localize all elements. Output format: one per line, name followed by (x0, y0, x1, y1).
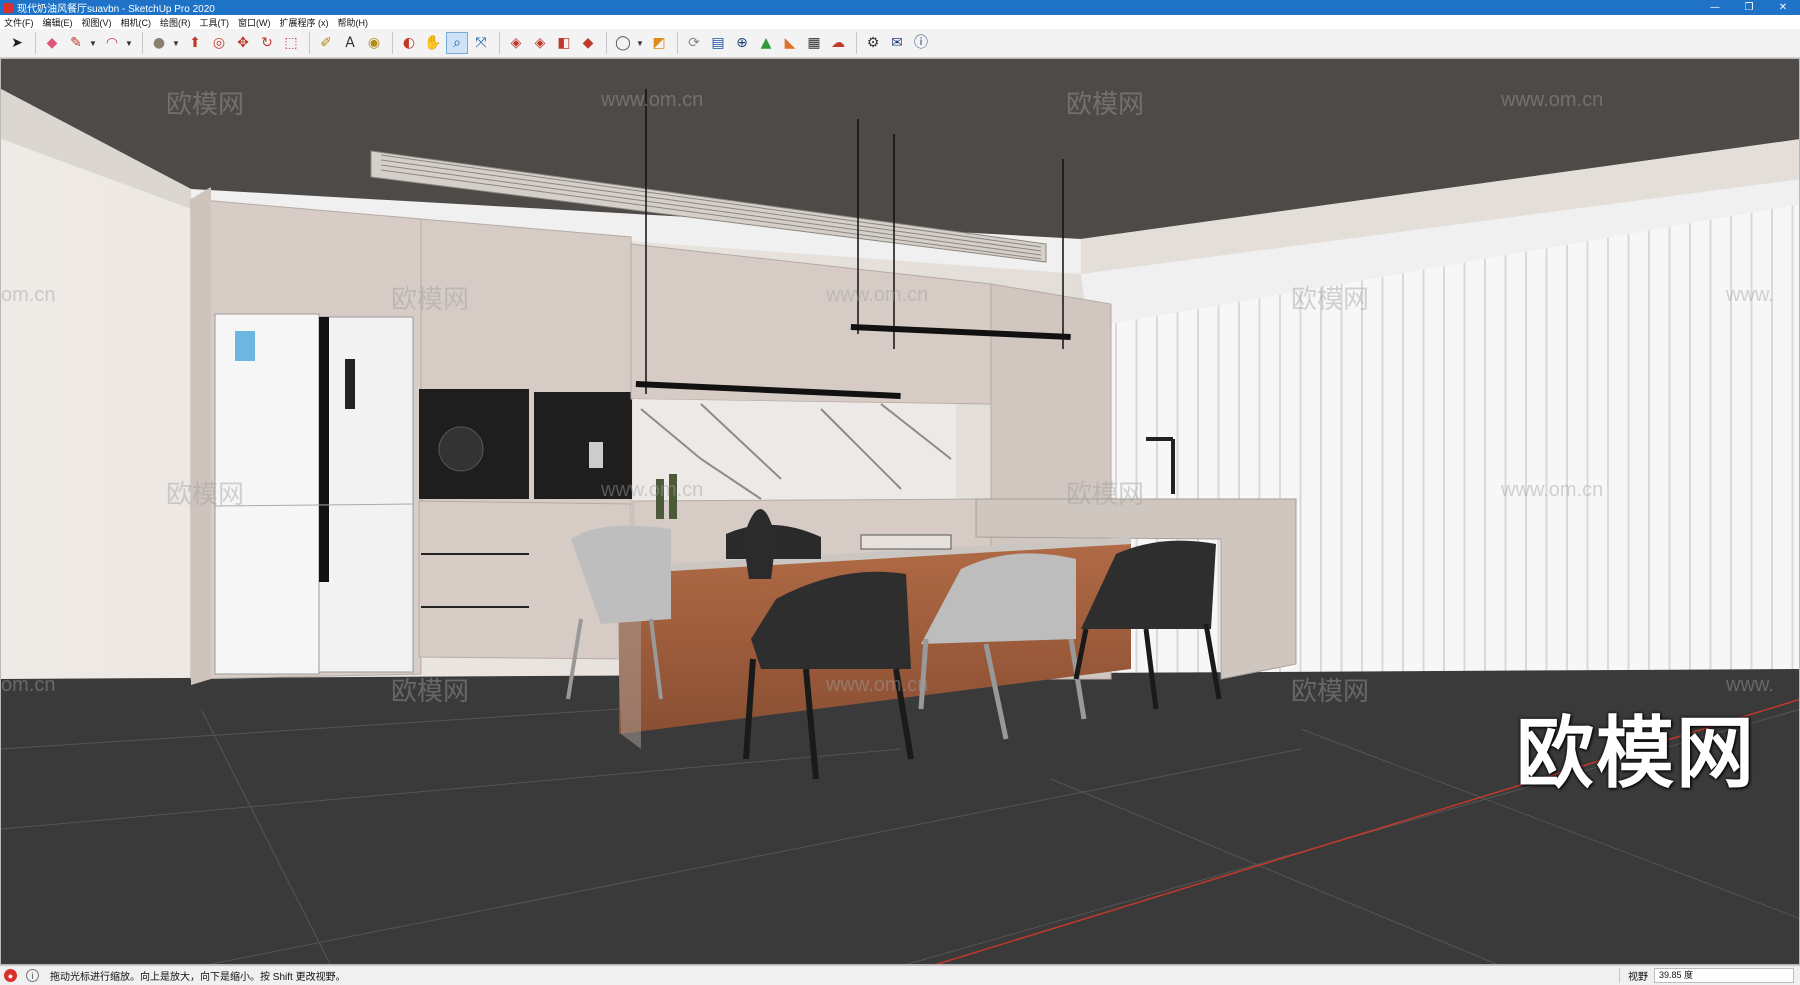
rotate-tool-icon[interactable]: ↻ (256, 32, 278, 54)
scene-render (1, 59, 1799, 964)
toolbar-separator (35, 32, 36, 54)
refrigerator-left-door (214, 313, 320, 675)
stacked-books (860, 534, 952, 550)
oven-fan (438, 426, 484, 472)
cabinet-side-panel (191, 187, 211, 685)
settings-gear-icon[interactable]: ⚙ (862, 32, 884, 54)
close-button[interactable]: ✕ (1766, 0, 1800, 15)
restore-button[interactable]: ❐ (1732, 0, 1766, 15)
dropdown-arrow-icon[interactable]: ▼ (125, 39, 133, 48)
status-bar: ● i 拖动光标进行缩放。向上是放大，向下是缩小。按 Shift 更改视野。 视… (0, 965, 1800, 985)
mail-icon[interactable]: ✉ (886, 32, 908, 54)
pan-tool-icon[interactable]: ✋ (422, 32, 444, 54)
text-tool-icon[interactable]: A (339, 32, 361, 54)
toolbar-separator (499, 32, 500, 54)
move-tool-icon[interactable]: ✥ (232, 32, 254, 54)
eraser-tool-icon[interactable]: ◆ (41, 32, 63, 54)
toolbar-separator (856, 32, 857, 54)
info-icon[interactable]: ⓘ (910, 32, 932, 54)
sketchup-app-icon (3, 2, 13, 13)
menu-window[interactable]: 窗口(W) (238, 16, 271, 29)
menu-draw[interactable]: 绘图(R) (160, 16, 191, 29)
toolbar-separator (392, 32, 393, 54)
toolbar-separator (142, 32, 143, 54)
terrain-icon[interactable]: ▲ (755, 32, 777, 54)
toolbar-separator (677, 32, 678, 54)
menu-help[interactable]: 帮助(H) (338, 16, 369, 29)
refrigerator-right-door (318, 316, 414, 673)
warehouse-icon[interactable]: ◈ (505, 32, 527, 54)
dropdown-arrow-icon[interactable]: ▼ (636, 39, 644, 48)
add-location-icon[interactable]: ⊕ (731, 32, 753, 54)
materials-icon[interactable]: ▦ (803, 32, 825, 54)
minimize-button[interactable]: — (1698, 0, 1732, 15)
layout-send-icon[interactable]: ◧ (553, 32, 575, 54)
menu-edit[interactable]: 编辑(E) (43, 16, 73, 29)
menu-bar: 文件(F) 编辑(E) 视图(V) 相机(C) 绘图(R) 工具(T) 窗口(W… (0, 15, 1800, 29)
section-plane-icon[interactable]: ▤ (707, 32, 729, 54)
info-status-icon[interactable]: i (26, 969, 39, 982)
line-tool-icon[interactable]: ✎ (65, 32, 87, 54)
window-title: 现代奶油风餐厅suavbn - SketchUp Pro 2020 (17, 4, 215, 15)
menu-view[interactable]: 视图(V) (82, 16, 112, 29)
brand-logo: 欧模网 (1516, 709, 1757, 797)
refrigerator-display (345, 359, 355, 409)
extension-warehouse-icon[interactable]: ◈ (529, 32, 551, 54)
status-message: 拖动光标进行缩放。向上是放大，向下是缩小。按 Shift 更改视野。 (50, 972, 346, 983)
shape-tool-icon[interactable]: ● (148, 32, 170, 54)
dropdown-arrow-icon[interactable]: ▼ (89, 39, 97, 48)
measurements-label: 视野 (1619, 968, 1648, 983)
title-bar: 现代奶油风餐厅suavbn - SketchUp Pro 2020 — ❐ ✕ (0, 0, 1800, 15)
3d-viewport[interactable]: 欧模网 www.om.cn 欧模网 www.om.cn om.cn 欧模网 ww… (0, 58, 1800, 965)
measurements-input[interactable]: 39.85 度 (1654, 968, 1794, 983)
toolbar-separator (606, 32, 607, 54)
paint-bucket-icon[interactable]: ◉ (363, 32, 385, 54)
menu-tools[interactable]: 工具(T) (200, 16, 230, 29)
orbit-tool-icon[interactable]: ◐ (398, 32, 420, 54)
style-tool-icon[interactable]: ◩ (648, 32, 670, 54)
offset-tool-icon[interactable]: ◎ (208, 32, 230, 54)
menu-file[interactable]: 文件(F) (4, 16, 34, 29)
extension-manager-icon[interactable]: ◆ (577, 32, 599, 54)
toolbar-separator (309, 32, 310, 54)
marble-backsplash (633, 399, 956, 501)
cloud-upload-icon[interactable]: ☁ (827, 32, 849, 54)
account-icon[interactable]: ◯ (612, 32, 634, 54)
menu-camera[interactable]: 相机(C) (121, 16, 152, 29)
coffee-machine-cup (589, 442, 603, 468)
scale-tool-icon[interactable]: ⬚ (280, 32, 302, 54)
coffee-machine (534, 392, 632, 499)
zoom-extents-icon[interactable]: ⤧ (470, 32, 492, 54)
energy-label (235, 331, 255, 361)
menu-extensions[interactable]: 扩展程序 (x) (280, 16, 329, 29)
zoom-tool-icon[interactable]: ⌕ (446, 32, 468, 54)
dropdown-arrow-icon[interactable]: ▼ (172, 39, 180, 48)
shadow-settings-icon[interactable]: ◣ (779, 32, 801, 54)
record-icon[interactable]: ● (4, 969, 17, 982)
sync-icon[interactable]: ⟳ (683, 32, 705, 54)
arc-tool-icon[interactable]: ◠ (101, 32, 123, 54)
push-pull-tool-icon[interactable]: ⬆ (184, 32, 206, 54)
tape-measure-icon[interactable]: ✐ (315, 32, 337, 54)
refrigerator-handle (319, 317, 329, 582)
select-tool-icon[interactable]: ➤ (6, 32, 28, 54)
main-toolbar: ➤ ◆ ✎ ▼ ◠ ▼ ● ▼ ⬆ ◎ ✥ ↻ ⬚ ✐ A ◉ ◐ ✋ ⌕ ⤧ ◈ ◈ ◧ ◆ ◯ ▼ ◩ ⟳ ▤ ⊕ ▲ ◣ ▦ ☁ ⚙ ✉ ⓘ (0, 29, 1800, 58)
